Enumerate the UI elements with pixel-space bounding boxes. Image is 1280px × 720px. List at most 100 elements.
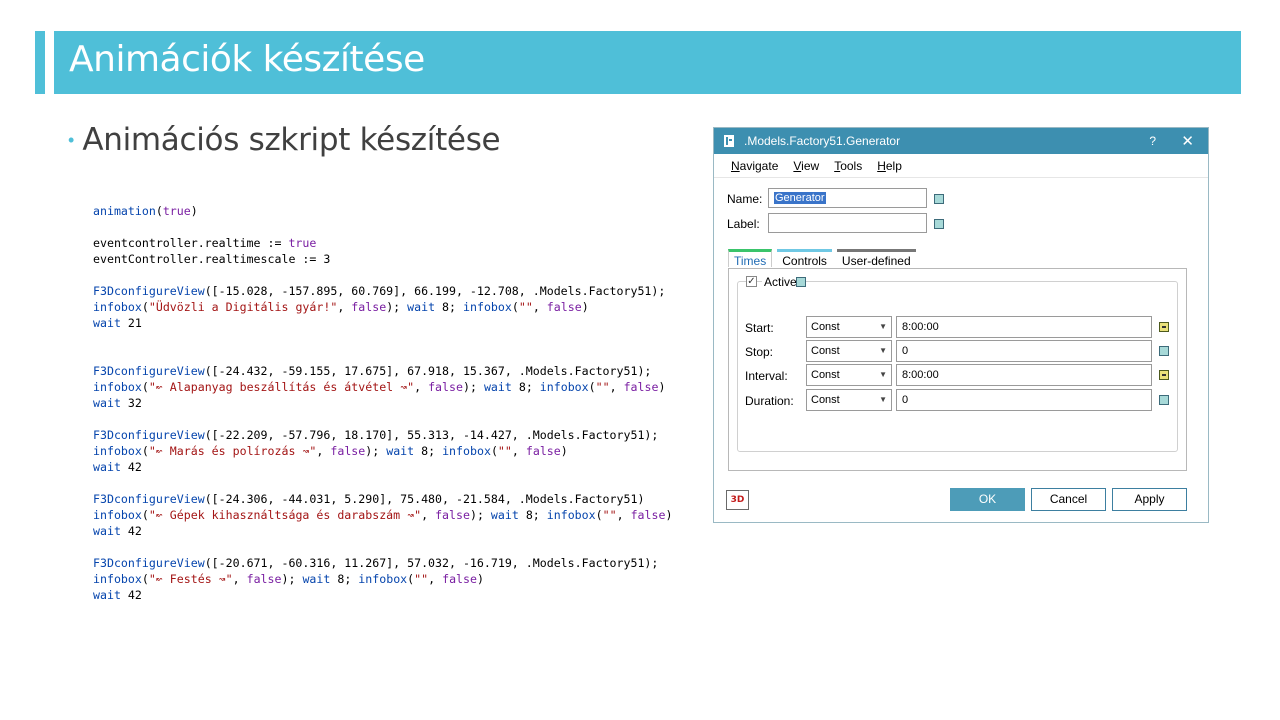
interval-value-field[interactable]: 8:00:00 — [896, 364, 1152, 386]
code-token: ( — [588, 380, 596, 394]
label-inherit-toggle[interactable] — [934, 219, 944, 229]
code-token: wait — [93, 396, 121, 410]
interval-mode-select[interactable]: Const ▼ — [806, 364, 892, 386]
generator-dialog: .Models.Factory51.Generator ? ✕ Navigate… — [713, 127, 1209, 523]
code-line: F3DconfigureView([-15.028, -157.895, 60.… — [93, 283, 672, 299]
name-label: Name: — [727, 192, 763, 206]
code-token: infobox — [93, 444, 142, 458]
code-token: "" — [595, 380, 610, 394]
menubar: Navigate View Tools Help — [714, 154, 1208, 178]
code-token: , — [337, 300, 352, 314]
code-line: infobox("↜ Marás és polírozás ↝", false)… — [93, 443, 672, 459]
code-token: 8; — [518, 508, 547, 522]
start-inherit-toggle[interactable] — [1159, 322, 1169, 332]
code-token: "Üdvözli a Digitális gyár!" — [148, 300, 338, 314]
tab-user-defined[interactable]: User-defined — [836, 249, 916, 268]
ok-button[interactable]: OK — [950, 488, 1025, 511]
code-token: ( — [141, 508, 149, 522]
code-token: , — [511, 444, 526, 458]
code-token: ); — [281, 572, 303, 586]
label-field[interactable] — [768, 213, 927, 233]
code-token: infobox — [93, 300, 142, 314]
menu-tools[interactable]: Tools — [834, 159, 862, 173]
code-token: , — [421, 508, 436, 522]
code-token: ( — [141, 572, 149, 586]
start-mode-select[interactable]: Const ▼ — [806, 316, 892, 338]
cancel-button[interactable]: Cancel — [1031, 488, 1106, 511]
code-line: F3DconfigureView([-22.209, -57.796, 18.1… — [93, 427, 672, 443]
chevron-down-icon: ▼ — [879, 370, 887, 379]
active-checkbox[interactable]: ✓ — [746, 276, 757, 287]
code-token: ); — [386, 300, 408, 314]
tab-times[interactable]: Times — [728, 249, 773, 268]
chevron-down-icon: ▼ — [879, 322, 887, 331]
duration-inherit-toggle[interactable] — [1159, 395, 1169, 405]
code-token: "↜ Gépek kihasználtsága és darabszám ↝" — [148, 508, 422, 522]
name-inherit-toggle[interactable] — [934, 194, 944, 204]
code-token: ( — [141, 444, 149, 458]
duration-value-field[interactable]: 0 — [896, 389, 1152, 411]
stop-value-field[interactable]: 0 — [896, 340, 1152, 362]
bullet-dot-icon: • — [68, 130, 75, 150]
code-line: wait 42 — [93, 459, 672, 475]
code-token: wait — [93, 588, 121, 602]
code-line: F3DconfigureView([-20.671, -60.316, 11.2… — [93, 555, 672, 571]
code-token: ) — [560, 444, 568, 458]
code-token: infobox — [539, 380, 589, 394]
stop-mode-select[interactable]: Const ▼ — [806, 340, 892, 362]
code-token: ); — [462, 380, 484, 394]
menu-navigate[interactable]: Navigate — [731, 159, 778, 173]
code-line: infobox("Üdvözli a Digitális gyár!", fal… — [93, 299, 672, 315]
start-value-field[interactable]: 8:00:00 — [896, 316, 1152, 338]
code-token: 8; — [414, 444, 443, 458]
code-token: ( — [141, 300, 149, 314]
code-line: wait 42 — [93, 587, 672, 603]
code-token: ) — [658, 380, 666, 394]
active-inherit-toggle[interactable] — [796, 277, 806, 287]
name-field[interactable]: Generator — [768, 188, 927, 208]
stop-label: Stop: — [745, 345, 774, 359]
3d-logo-icon[interactable]: 3D — [726, 490, 749, 510]
code-token: ( — [141, 380, 149, 394]
code-token: wait — [93, 460, 121, 474]
code-token: infobox — [358, 572, 408, 586]
code-line: wait 42 — [93, 523, 672, 539]
code-token: false — [546, 300, 582, 314]
code-token: "↜ Alapanyag beszállítás és átvétel ↝" — [148, 380, 415, 394]
code-token: , — [232, 572, 247, 586]
code-token: , — [616, 508, 631, 522]
apply-button[interactable]: Apply — [1112, 488, 1187, 511]
code-token: ) — [665, 508, 673, 522]
close-button[interactable]: ✕ — [1181, 132, 1194, 150]
code-token: "" — [602, 508, 617, 522]
title-bar: Animációk készítése — [54, 31, 1241, 94]
code-token: 42 — [120, 524, 142, 538]
interval-inherit-toggle[interactable] — [1159, 370, 1169, 380]
menu-view[interactable]: View — [793, 159, 819, 173]
code-token: 32 — [120, 396, 142, 410]
duration-mode-select[interactable]: Const ▼ — [806, 389, 892, 411]
code-token: eventcontroller.realtime := — [93, 236, 289, 250]
code-token: F3DconfigureView — [93, 428, 205, 442]
stop-inherit-toggle[interactable] — [1159, 346, 1169, 356]
code-token: ( — [595, 508, 603, 522]
dialog-titlebar[interactable]: .Models.Factory51.Generator ? ✕ — [714, 128, 1208, 154]
code-token: infobox — [442, 444, 491, 458]
menu-help[interactable]: Help — [877, 159, 902, 173]
code-token: ( — [155, 204, 163, 218]
code-token: ); — [469, 508, 491, 522]
help-button[interactable]: ? — [1149, 134, 1156, 148]
code-token: false — [351, 300, 387, 314]
code-token: ) — [190, 204, 198, 218]
code-token: false — [630, 508, 666, 522]
code-line: F3DconfigureView([-24.306, -44.031, 5.29… — [93, 491, 672, 507]
code-token: animation — [93, 204, 156, 218]
code-token: wait — [407, 300, 436, 314]
code-token: ([-22.209, -57.796, 18.170], 55.313, -14… — [204, 428, 659, 442]
code-line: eventController.realtimescale := 3 — [93, 251, 672, 267]
chevron-down-icon: ▼ — [879, 395, 887, 404]
tab-controls[interactable]: Controls — [777, 249, 832, 268]
tab-strip: Times Controls User-defined — [728, 249, 921, 268]
